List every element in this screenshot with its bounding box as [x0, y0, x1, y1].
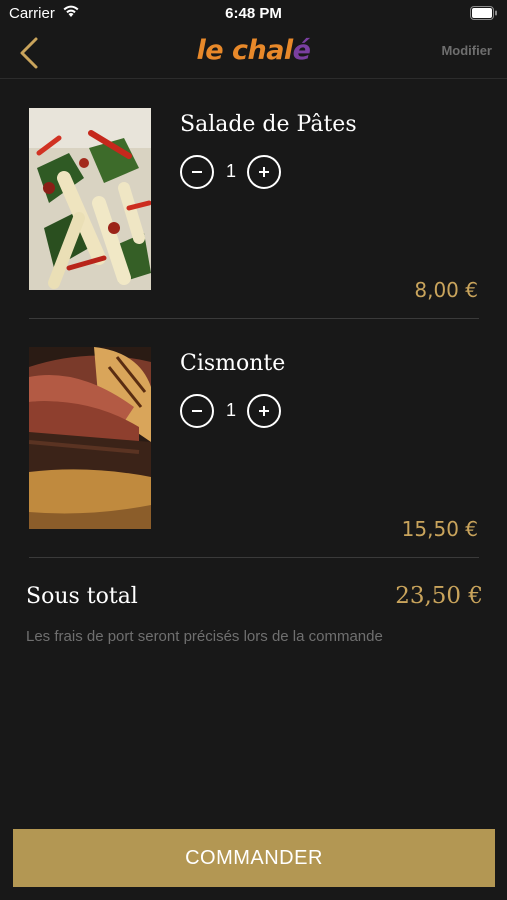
status-bar: Carrier 6:48 PM [0, 0, 507, 28]
item-price: 8,00 € [414, 278, 478, 302]
modify-button[interactable]: Modifier [441, 43, 492, 58]
minus-icon [192, 410, 202, 412]
item-name: Salade de Pâtes [180, 112, 357, 137]
quantity-value: 1 [225, 400, 236, 420]
logo-word-le: le [196, 35, 232, 66]
decrease-quantity-button[interactable] [180, 394, 214, 428]
plus-icon [259, 406, 269, 416]
cart-item: Cismonte 1 15,50 € [29, 347, 479, 577]
subtotal-label: Sous total [26, 584, 138, 609]
logo-accent-letter: é [292, 35, 311, 66]
battery-icon [470, 6, 498, 24]
minus-icon [192, 171, 202, 173]
cart-item: Salade de Pâtes 1 8,00 € [29, 108, 479, 338]
clock: 6:48 PM [225, 5, 282, 22]
navigation-bar: le chalé Modifier [0, 28, 507, 79]
divider [29, 318, 479, 319]
increase-quantity-button[interactable] [247, 394, 281, 428]
pasta-salad-photo [29, 108, 151, 290]
order-button[interactable]: COMMANDER [13, 829, 495, 887]
quantity-value: 1 [225, 161, 236, 181]
app-logo: le chalé [0, 35, 507, 66]
shipping-note: Les frais de port seront précisés lors d… [26, 628, 383, 645]
item-price: 15,50 € [401, 517, 478, 541]
logo-word-chale: chalé [231, 35, 311, 66]
increase-quantity-button[interactable] [247, 155, 281, 189]
divider [29, 557, 479, 558]
subtotal-value: 23,50 € [395, 583, 483, 609]
decrease-quantity-button[interactable] [180, 155, 214, 189]
burger-photo [29, 347, 151, 529]
plus-icon [259, 167, 269, 177]
item-name: Cismonte [180, 351, 286, 376]
